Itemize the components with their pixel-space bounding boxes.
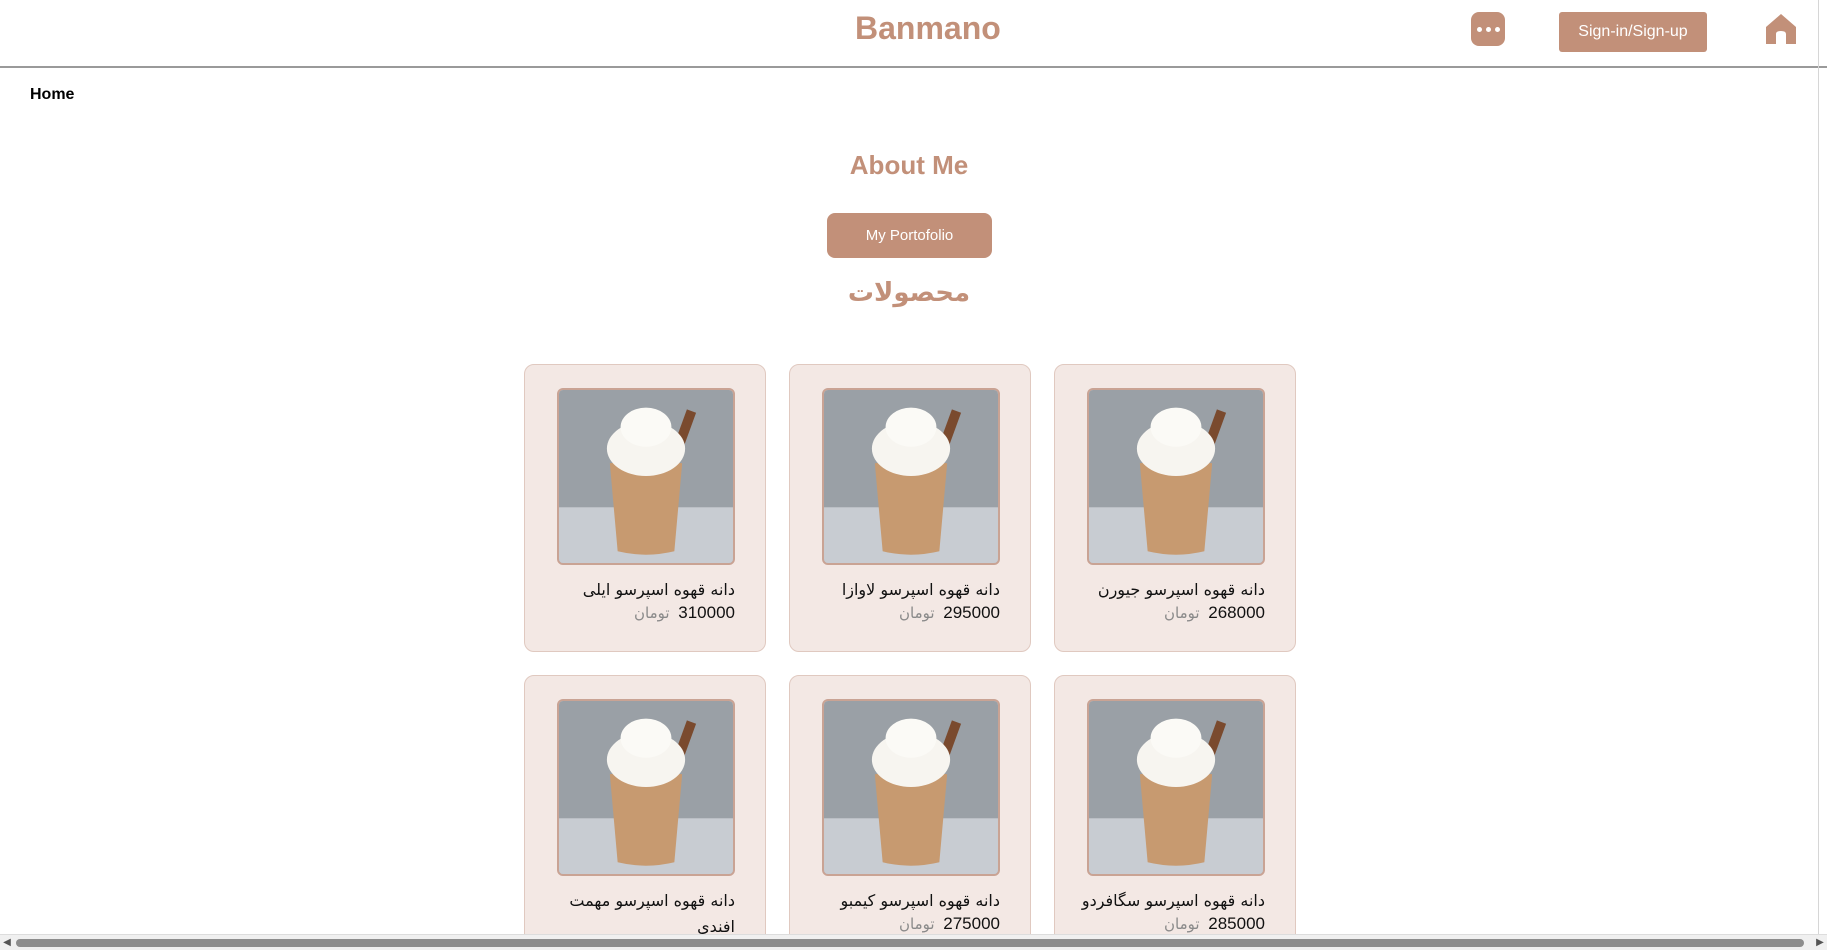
product-name: دانه قهوه اسپرسو سگافردو — [1081, 891, 1265, 910]
product-grid: دانه قهوه اسپرسو جیورن 268000 تومان دانه… — [524, 364, 1296, 950]
product-price: 268000 تومان — [1164, 603, 1265, 623]
product-card[interactable]: دانه قهوه اسپرسو جیورن 268000 تومان — [1054, 364, 1296, 652]
scroll-right-icon[interactable]: ▶ — [1815, 937, 1825, 949]
product-image[interactable] — [822, 699, 1000, 876]
coffee-image — [1089, 701, 1263, 874]
product-price: 310000 تومان — [634, 603, 735, 623]
product-name: دانه قهوه اسپرسو لاوازا — [841, 580, 1000, 599]
price-amount: 310000 — [678, 603, 735, 622]
coffee-image — [824, 390, 998, 563]
price-amount: 295000 — [943, 603, 1000, 622]
top-header: Banmano Sign-in/Sign-up — [0, 0, 1827, 68]
scrollbar-thumb[interactable] — [16, 939, 1804, 947]
product-image[interactable] — [1087, 388, 1265, 565]
product-name: دانه قهوه اسپرسو جیورن — [1097, 580, 1265, 599]
product-image[interactable] — [1087, 699, 1265, 876]
price-currency: تومان — [1163, 915, 1200, 933]
product-card[interactable]: دانه قهوه اسپرسو ایلی 310000 تومان — [524, 364, 766, 652]
portfolio-button[interactable]: My Portofolio — [827, 213, 992, 258]
product-card[interactable]: دانه قهوه اسپرسو مهمت افندی — [524, 675, 766, 950]
price-amount: 275000 — [943, 914, 1000, 933]
signin-signup-button[interactable]: Sign-in/Sign-up — [1559, 12, 1707, 52]
vertical-divider — [1818, 0, 1819, 934]
price-currency: تومان — [898, 604, 935, 622]
coffee-image — [559, 390, 733, 563]
product-name: دانه قهوه اسپرسو ایلی — [582, 580, 735, 599]
horizontal-scrollbar[interactable]: ◀ ▶ — [0, 934, 1827, 950]
more-dot — [1485, 26, 1491, 32]
product-image[interactable] — [557, 388, 735, 565]
coffee-image — [824, 701, 998, 874]
product-name: دانه قهوه اسپرسو مهمت افندی — [569, 891, 735, 936]
more-options-button[interactable] — [1471, 12, 1505, 46]
product-image[interactable] — [822, 388, 1000, 565]
page: Banmano Sign-in/Sign-up Home About Me My… — [0, 0, 1827, 950]
product-image[interactable] — [557, 699, 735, 876]
price-currency: تومان — [633, 604, 670, 622]
more-dots-icon — [1476, 26, 1482, 32]
price-currency: تومان — [1163, 604, 1200, 622]
nav-home-link[interactable]: Home — [30, 86, 74, 104]
coffee-image — [1089, 390, 1263, 563]
product-card[interactable]: دانه قهوه اسپرسو سگافردو 285000 تومان — [1054, 675, 1296, 950]
product-price: 275000 تومان — [899, 914, 1000, 934]
about-title: About Me — [849, 150, 969, 180]
price-amount: 268000 — [1208, 603, 1265, 622]
product-price: 295000 تومان — [899, 603, 1000, 623]
home-icon[interactable] — [1763, 11, 1799, 47]
more-dot — [1494, 26, 1500, 32]
products-title: محصولات — [847, 278, 971, 308]
price-amount: 285000 — [1208, 914, 1265, 933]
price-currency: تومان — [898, 915, 935, 933]
product-price: 285000 تومان — [1164, 914, 1265, 934]
coffee-image — [559, 701, 733, 874]
product-name: دانه قهوه اسپرسو کیمبو — [840, 891, 1001, 910]
product-card[interactable]: دانه قهوه اسپرسو کیمبو 275000 تومان — [789, 675, 1031, 950]
product-card[interactable]: دانه قهوه اسپرسو لاوازا 295000 تومان — [789, 364, 1031, 652]
brand-title[interactable]: Banmano — [855, 10, 1001, 47]
scroll-left-icon[interactable]: ◀ — [2, 937, 12, 949]
